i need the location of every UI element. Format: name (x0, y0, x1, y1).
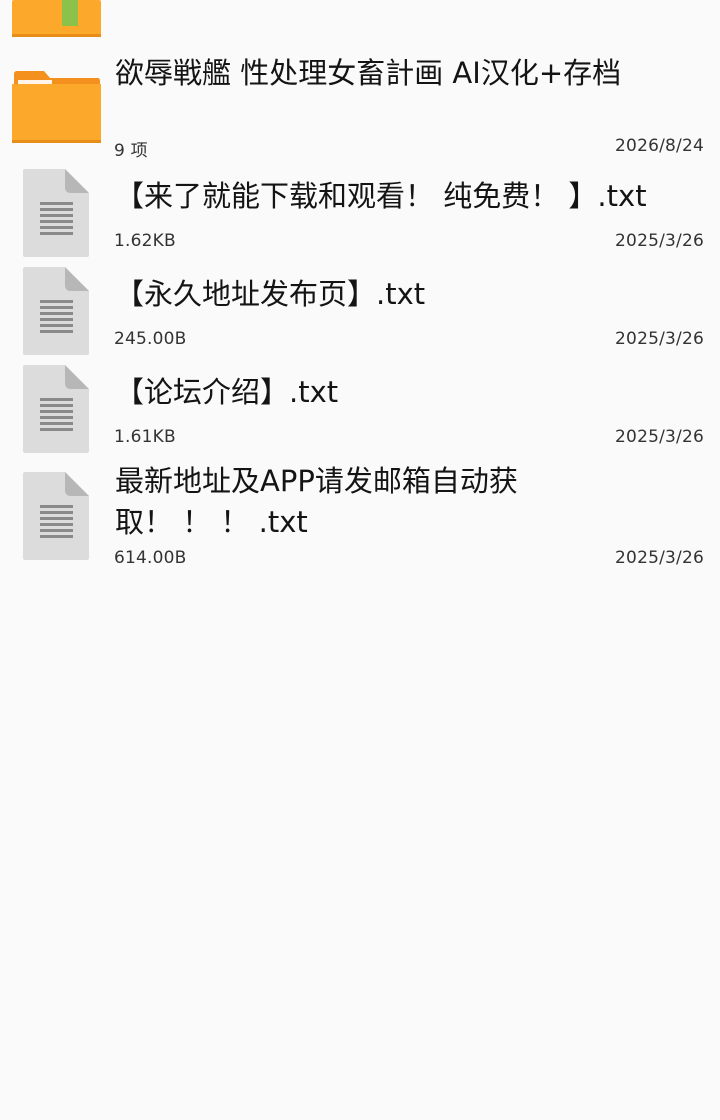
file-size: 1.61KB (114, 427, 176, 447)
file-name: 【论坛介绍】.txt (115, 375, 339, 409)
list-item-file[interactable]: 【来了就能下载和观看！ 纯免费！ 】.txt 1.62KB 2025/3/26 (0, 165, 720, 263)
file-name: 【来了就能下载和观看！ 纯免费！ 】.txt (115, 179, 647, 213)
modified-date: 2026/8/24 (615, 136, 704, 156)
file-size: 245.00B (114, 329, 187, 349)
list-item-folder-partial[interactable] (0, 0, 720, 45)
modified-date: 2025/3/26 (615, 427, 704, 447)
text-file-icon (23, 267, 89, 355)
file-size: 614.00B (114, 548, 187, 568)
list-item-folder[interactable]: 欲辱戦艦 性处理女畜計画 AI汉化+存档 9 项 2026/8/24 (0, 50, 720, 165)
list-item-file[interactable]: 【永久地址发布页】.txt 245.00B 2025/3/26 (0, 263, 720, 361)
folder-icon (12, 70, 101, 144)
text-file-icon (23, 472, 89, 560)
modified-date: 2025/3/26 (615, 329, 704, 349)
file-name: 最新地址及APP请发邮箱自动获取！ ！ ！ .txt (115, 464, 518, 539)
file-size: 1.62KB (114, 231, 176, 251)
modified-date: 2025/3/26 (615, 548, 704, 568)
folder-plus-icon (12, 0, 101, 40)
item-count: 9 项 (114, 141, 148, 161)
modified-date: 2025/3/26 (615, 231, 704, 251)
folder-name: 欲辱戦艦 性处理女畜計画 AI汉化+存档 (115, 56, 622, 90)
text-file-icon (23, 169, 89, 257)
text-file-icon (23, 365, 89, 453)
list-item-file[interactable]: 最新地址及APP请发邮箱自动获取！ ！ ！ .txt 614.00B 2025/… (0, 459, 720, 579)
list-item-file[interactable]: 【论坛介绍】.txt 1.61KB 2025/3/26 (0, 361, 720, 459)
file-name: 【永久地址发布页】.txt (115, 277, 426, 311)
